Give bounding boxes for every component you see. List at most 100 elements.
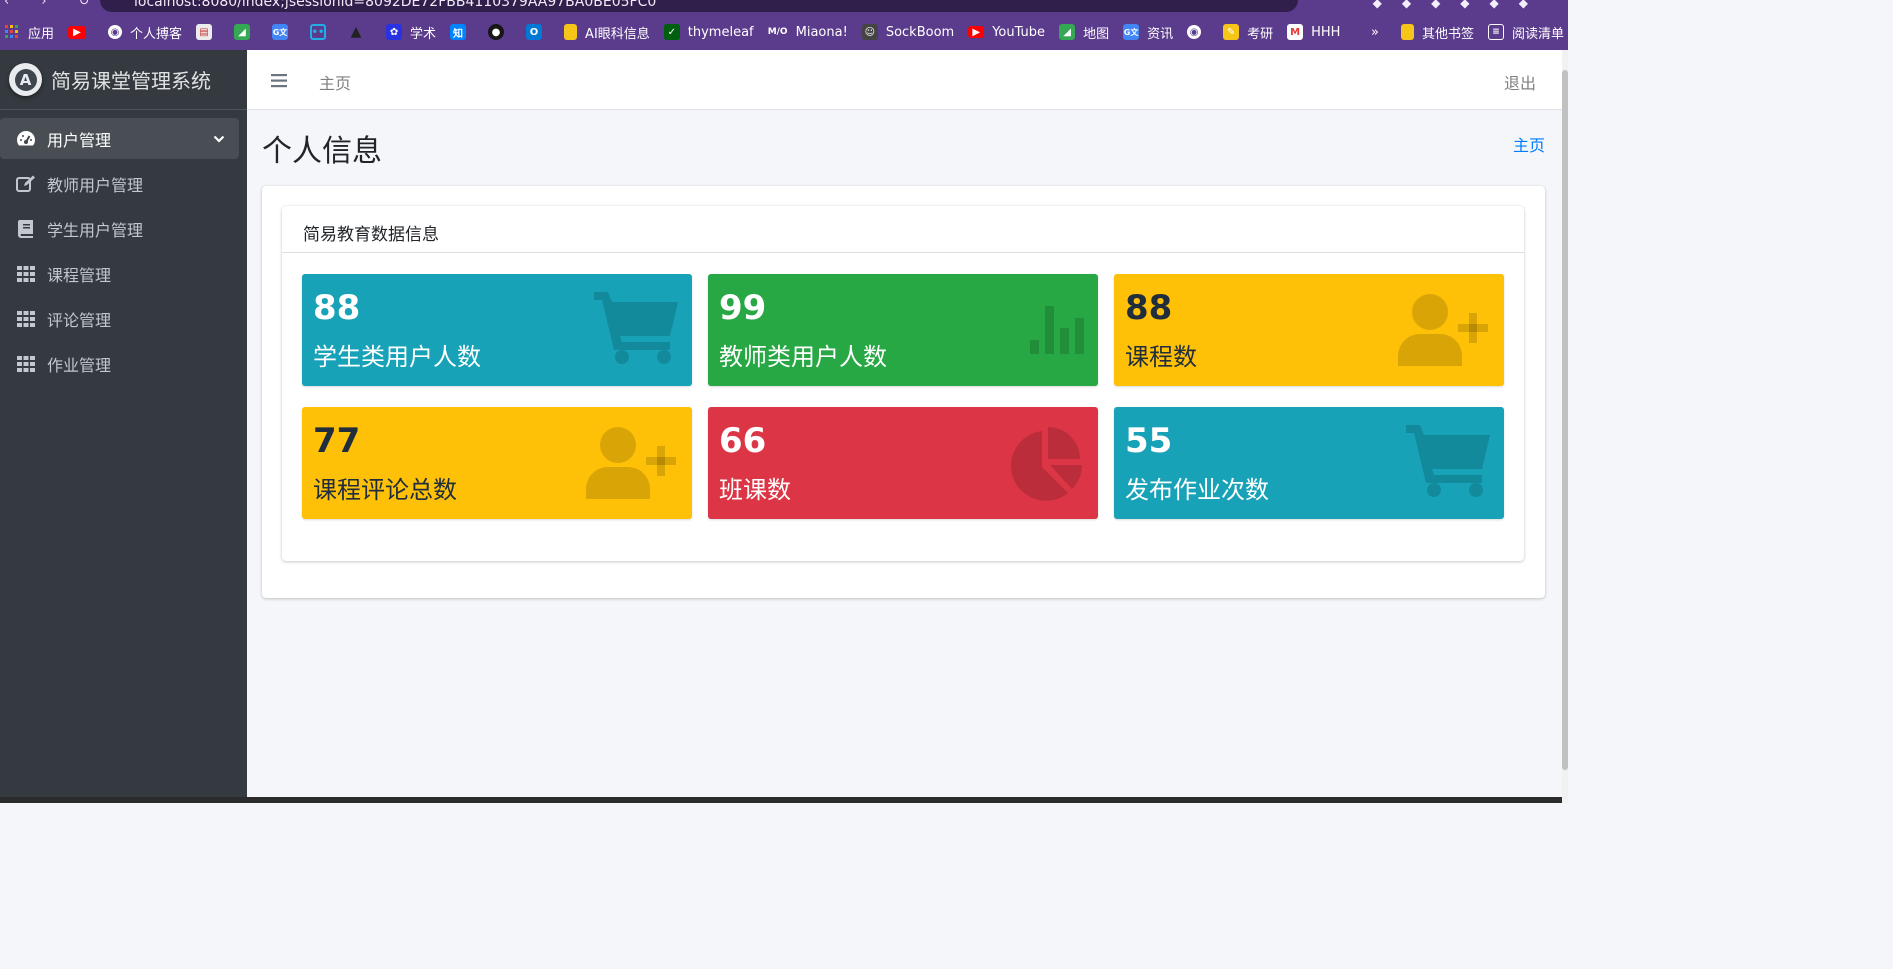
bar-chart-icon	[1030, 306, 1084, 358]
user-plus-icon	[586, 427, 678, 505]
bookmark-thymeleaf[interactable]: ✓ thymeleaf	[663, 24, 754, 40]
bookmark-icon: ▤	[196, 24, 213, 40]
stat-value: 66	[719, 421, 767, 461]
sidebar-menu: 用户管理 教师用户管理 学生用户管理 课程管理 评论管理 作业管理	[0, 110, 247, 384]
stat-label: 发布作业次数	[1125, 476, 1269, 504]
logout-link[interactable]: 退出	[1504, 70, 1536, 94]
browser-toolbar: ‹ › ↻ localhost:8080/index;jsessionid=80…	[0, 0, 1568, 14]
bookmark-youtube-icon-only[interactable]: ▶	[68, 25, 94, 39]
address-bar[interactable]: localhost:8080/index;jsessionid=8092DE72…	[100, 0, 1298, 12]
bookmark-apps[interactable]: 应用	[4, 23, 54, 42]
sidebar-item-student-users[interactable]: 学生用户管理	[0, 208, 239, 249]
translate-icon: G文	[1123, 24, 1140, 40]
bookmark-maps[interactable]: ◢	[234, 24, 258, 40]
page-title: 个人信息	[262, 134, 382, 169]
menu-toggle-icon[interactable]	[271, 73, 287, 92]
apps-grid-icon	[4, 24, 20, 40]
globe-icon: ◉	[1187, 25, 1202, 39]
baidu-icon: ✿	[386, 24, 403, 40]
bookmark-zhihu[interactable]: 知	[450, 24, 474, 40]
stats-card: 简易教育数据信息 88 学生类用户人数 99 教师类用户人数 88 课程数 77…	[282, 206, 1524, 561]
grid-icon	[16, 309, 36, 329]
youtube-icon: ▶	[968, 26, 985, 38]
shopping-cart-icon	[1406, 423, 1490, 501]
bookmark-blog[interactable]: ◉ 个人搏客	[108, 23, 182, 42]
brand-link[interactable]: A 简易课堂管理系统	[0, 50, 247, 110]
bookmark-outlook[interactable]: O	[526, 24, 550, 40]
sidebar-item-comments[interactable]: 评论管理	[0, 298, 239, 339]
book-icon	[16, 219, 36, 239]
bookmark-translate[interactable]: G文	[272, 24, 296, 40]
scrollbar[interactable]	[1562, 50, 1568, 803]
reading-list-icon: ≡	[1487, 24, 1504, 40]
stat-label: 教师类用户人数	[719, 343, 887, 371]
window-bottom-edge	[0, 797, 1562, 803]
miaona-icon: M/O	[767, 27, 788, 37]
github-icon: ●	[488, 24, 505, 40]
more-bookmarks-button[interactable]: »	[1371, 25, 1379, 40]
shopping-cart-icon	[594, 290, 678, 368]
translate-icon: G文	[272, 24, 289, 40]
bilibili-icon: ••	[310, 24, 327, 40]
bookmark-scholar[interactable]: ▲	[348, 24, 372, 40]
user-plus-icon	[1398, 294, 1490, 372]
grid-icon	[16, 354, 36, 374]
stat-box-teachers: 99 教师类用户人数	[708, 274, 1098, 386]
globe-icon: ◉	[108, 25, 123, 39]
main-card: 简易教育数据信息 88 学生类用户人数 99 教师类用户人数 88 课程数 77…	[262, 186, 1545, 598]
bookmark-github[interactable]: ●	[488, 24, 512, 40]
stat-box-courses: 88 课程数	[1114, 274, 1504, 386]
bookmark-map[interactable]: ◢ 地图	[1059, 23, 1109, 42]
bookmark-hhh[interactable]: M HHH	[1287, 24, 1340, 40]
tachometer-icon	[16, 129, 36, 149]
brand-logo: A	[9, 63, 42, 96]
stat-value: 55	[1125, 421, 1173, 461]
reading-list-button[interactable]: ≡ 阅读清单	[1487, 23, 1564, 42]
sidebar-item-teacher-users[interactable]: 教师用户管理	[0, 163, 239, 204]
bookmark-bilibili[interactable]: ••	[310, 24, 334, 40]
m-logo-icon: M	[1287, 24, 1304, 40]
extension-icons[interactable]: ◆◆◆◆◆◆	[1373, 0, 1548, 10]
youtube-icon: ▶	[68, 25, 87, 39]
folder-icon	[1400, 24, 1414, 40]
nav-home-link[interactable]: 主页	[319, 70, 351, 94]
bookmark-globe[interactable]: ◉	[1187, 25, 1209, 39]
pie-chart-icon	[1006, 427, 1084, 505]
bookmark-sockboom[interactable]: ☺ SockBoom	[861, 24, 954, 40]
stats-card-title: 简易教育数据信息	[282, 206, 1524, 253]
stat-value: 77	[313, 421, 361, 461]
note-icon: ✎	[1223, 24, 1240, 40]
stat-box-classes: 66 班课数	[708, 407, 1098, 519]
edit-icon	[16, 174, 36, 194]
brand-text: 简易课堂管理系统	[51, 69, 211, 93]
stat-box-homework: 55 发布作业次数	[1114, 407, 1504, 519]
stat-label: 课程评论总数	[313, 476, 457, 504]
outlook-icon: O	[526, 24, 543, 40]
sidebar-item-homework[interactable]: 作业管理	[0, 343, 239, 384]
content-header: 个人信息 主页	[262, 126, 1546, 170]
folder-icon	[564, 24, 578, 40]
bookmark-ai-eye[interactable]: AI眼科信息	[564, 23, 650, 42]
sidebar-item-user-management[interactable]: 用户管理	[0, 118, 239, 159]
stat-box-students: 88 学生类用户人数	[302, 274, 692, 386]
maps-icon: ◢	[234, 24, 251, 40]
bookmark-page[interactable]: ▤	[196, 24, 220, 40]
bookmark-news[interactable]: G文 资讯	[1123, 23, 1173, 42]
browser-nav-buttons[interactable]: ‹ › ↻	[4, 0, 104, 9]
sidebar: A 简易课堂管理系统 用户管理 教师用户管理 学生用户管理 课程管理 评论管理 …	[0, 50, 247, 803]
bookmark-kaoyan[interactable]: ✎ 考研	[1223, 23, 1273, 42]
bookmark-other[interactable]: 其他书签	[1400, 23, 1474, 42]
stat-label: 学生类用户人数	[313, 343, 481, 371]
thymeleaf-icon: ✓	[663, 24, 680, 40]
stat-value: 88	[1125, 288, 1173, 328]
zhihu-icon: 知	[450, 24, 467, 40]
top-navbar: 主页 退出	[247, 50, 1562, 110]
sidebar-item-courses[interactable]: 课程管理	[0, 253, 239, 294]
grid-icon	[16, 264, 36, 284]
scrollbar-thumb[interactable]	[1562, 70, 1568, 770]
bookmark-academic[interactable]: ✿ 学术	[386, 23, 436, 42]
breadcrumb-home-link[interactable]: 主页	[1513, 132, 1545, 156]
bookmarks-bar: 应用 ▶ ◉ 个人搏客 ▤ ◢ G文 •• ▲ ✿ 学术 知 ● O AI眼科信…	[0, 14, 1568, 50]
bookmark-miaona[interactable]: M/O Miaona!	[768, 24, 848, 40]
bookmark-youtube[interactable]: ▶ YouTube	[968, 25, 1045, 40]
